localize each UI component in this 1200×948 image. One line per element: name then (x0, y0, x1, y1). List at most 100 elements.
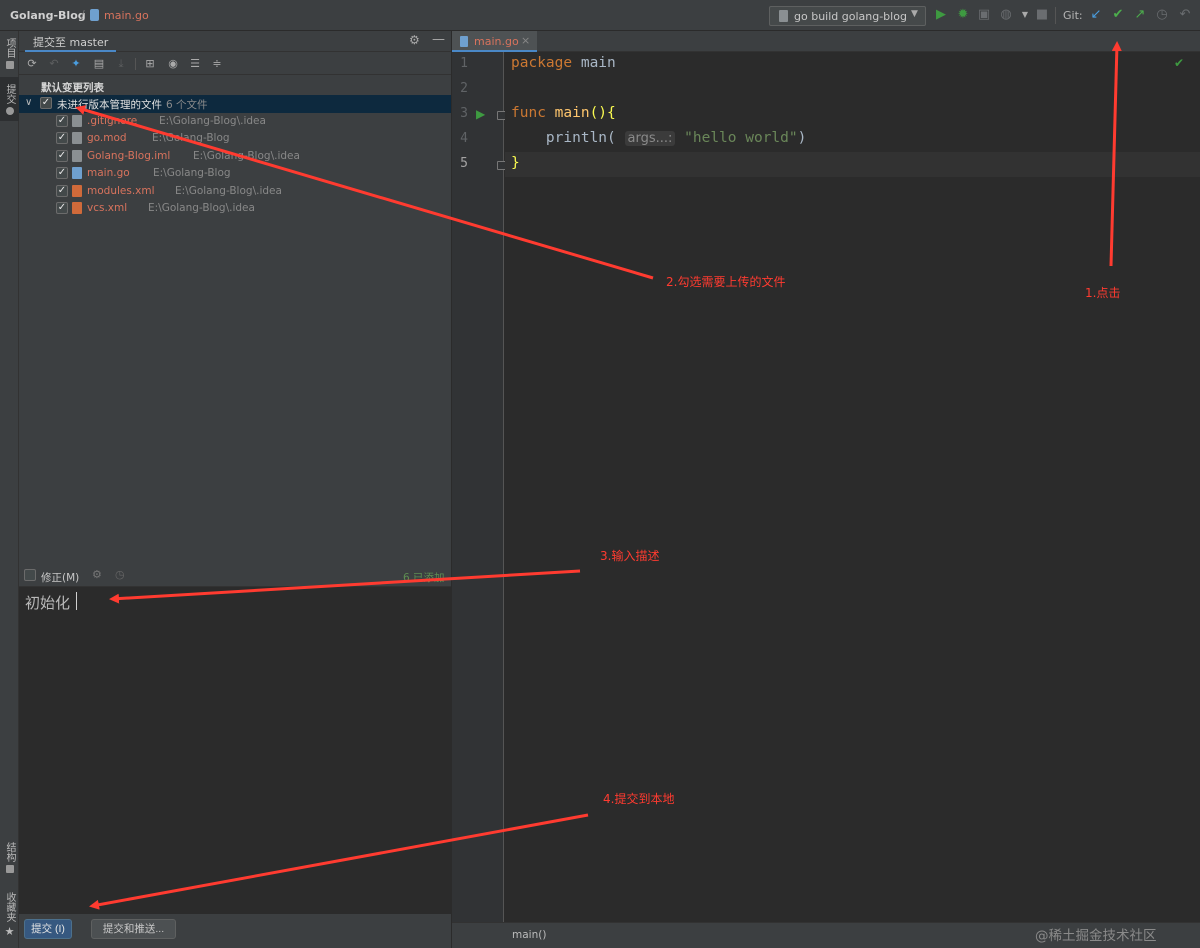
coverage-icon[interactable]: ▣ (975, 6, 993, 24)
file-checkbox[interactable]: ✓ (56, 149, 68, 162)
file-name[interactable]: modules.xml (87, 185, 155, 197)
run-configuration-dropdown[interactable]: go build golang-blog ▼ (769, 6, 926, 26)
file-row[interactable]: ✓ modules.xml E:\Golang-Blog\.idea (19, 183, 451, 200)
toolbar-separator (135, 58, 136, 70)
file-type-icon (72, 132, 82, 145)
file-name[interactable]: .gitignore (87, 115, 137, 127)
file-checkbox[interactable]: ✓ (56, 184, 68, 197)
file-name[interactable]: main.go (87, 167, 130, 179)
debug-icon[interactable]: ✹ (954, 6, 972, 24)
file-type-icon (72, 115, 82, 127)
editor-tab-label: main.go (474, 35, 519, 48)
tool-window-favorites[interactable]: 收藏夹 ★ (0, 889, 19, 941)
stop-icon[interactable]: ■ (1033, 6, 1051, 24)
file-row[interactable]: ✓ .gitignore E:\Golang-Blog\.idea (19, 113, 451, 130)
collapse-all-icon[interactable]: ≑ (210, 56, 224, 71)
string-literal: "hello world" (684, 130, 798, 146)
file-path: E:\Golang-Blog\.idea (148, 202, 255, 214)
breadcrumb-project[interactable]: Golang-Blog (10, 9, 86, 22)
file-checkbox[interactable]: ✓ (56, 132, 68, 145)
code-line-1: package main (511, 55, 616, 71)
file-path: E:\Golang-Blog\.idea (175, 184, 282, 197)
file-path: E:\Golang-Blog\.idea (159, 115, 266, 127)
git-label: Git: (1063, 9, 1083, 22)
file-name[interactable]: Golang-Blog.iml (87, 150, 170, 162)
commit-message-text[interactable]: 初始化 (25, 592, 70, 613)
annotation-step-3: 3.输入描述 (600, 549, 660, 563)
group-by-icon[interactable]: ⊞ (143, 56, 157, 71)
refresh-icon[interactable]: ⟳ (25, 56, 39, 71)
editor-gutter: 1 2 3 4 5 ▶ (452, 52, 506, 922)
file-row[interactable]: ✓ Golang-Blog.iml E:\Golang-Blog\.idea (19, 148, 451, 165)
code-line-3: func main(){ (511, 105, 616, 121)
file-name[interactable]: go.mod (87, 132, 127, 144)
inspection-ok-icon[interactable]: ✔ (1174, 56, 1184, 70)
commit-and-push-button[interactable]: 提交和推送... (91, 919, 176, 939)
git-push-icon[interactable]: ↗ (1131, 6, 1149, 24)
expand-all-icon[interactable]: ☰ (188, 56, 202, 71)
file-row[interactable]: ✓ go.mod E:\Golang-Blog (19, 130, 451, 147)
tool-window-project[interactable]: 项目 (0, 33, 19, 73)
file-row[interactable]: ✓ main.go E:\Golang-Blog (19, 165, 451, 182)
text-caret (76, 592, 77, 610)
watermark: @稀土掘金技术社区 (1035, 928, 1157, 944)
keyword: package (511, 55, 573, 71)
commit-panel-header: 提交至 master ⚙ — (19, 31, 451, 52)
annotation-step-1: 1.点击 (1085, 286, 1121, 300)
close-icon[interactable]: × (521, 34, 530, 47)
structure-tool-label: 结构 (4, 841, 15, 862)
file-checkbox[interactable]: ✓ (56, 202, 68, 214)
file-type-icon (72, 184, 82, 197)
function-call: println( (545, 130, 616, 146)
commit-options-gear-icon[interactable]: ⚙ (92, 568, 102, 581)
group-checkbox[interactable]: ✓ (40, 97, 52, 109)
code-breadcrumb[interactable]: main() (512, 929, 546, 941)
chevron-down-icon[interactable]: ∨ (25, 97, 32, 108)
tool-window-structure[interactable]: 结构 (0, 837, 19, 877)
amend-label[interactable]: 修正(M) (41, 570, 79, 585)
file-checkbox[interactable]: ✓ (56, 167, 68, 180)
eye-icon[interactable]: ◉ (166, 56, 180, 71)
go-file-icon (90, 9, 99, 21)
amend-checkbox[interactable] (24, 569, 36, 581)
git-history-icon[interactable]: ◷ (1153, 6, 1171, 24)
commit-history-icon[interactable]: ◷ (115, 568, 125, 581)
file-name[interactable]: vcs.xml (87, 202, 127, 214)
file-type-icon (72, 149, 82, 162)
file-path: E:\Golang-Blog (153, 167, 231, 180)
tool-window-commit[interactable]: 提交 (0, 77, 19, 121)
annotation-step-2: 2.勾选需要上传的文件 (666, 275, 786, 289)
show-diff-icon[interactable]: ✦ (69, 56, 83, 71)
open-file-icon[interactable]: ▤ (92, 56, 106, 71)
parameter-hint: args...: (624, 131, 676, 146)
rollback-icon[interactable]: ↶ (47, 56, 61, 71)
run-icon[interactable]: ▶ (932, 6, 950, 24)
code-line-4: println( args...: "hello world") (511, 130, 806, 146)
run-gutter-icon[interactable]: ▶ (476, 107, 485, 121)
breadcrumb-file[interactable]: main.go (104, 9, 149, 22)
identifier: main (572, 55, 616, 71)
commit-message-input[interactable]: 初始化 (19, 586, 451, 914)
run-configuration-label: go build golang-blog (794, 10, 907, 23)
punctuation: ) (797, 130, 807, 146)
tab-commit[interactable]: 提交至 master (25, 31, 117, 52)
file-checkbox[interactable]: ✓ (56, 115, 68, 127)
line-number: 1 (460, 56, 468, 71)
minimize-icon[interactable]: — (432, 32, 445, 47)
commit-button[interactable]: 提交 (I) (24, 919, 72, 939)
unversioned-files-group[interactable]: ∨ ✓ 未进行版本管理的文件 6 个文件 (19, 95, 451, 113)
favorites-tool-label: 收藏夹 (4, 892, 15, 922)
git-rollback-icon[interactable]: ↶ (1176, 6, 1194, 24)
punctuation: (){ (589, 105, 616, 121)
added-count: 6 已添加 (403, 572, 445, 584)
gear-icon[interactable]: ⚙ (409, 33, 420, 47)
shelve-icon[interactable]: ⤓ (114, 56, 128, 71)
file-row[interactable]: ✓ vcs.xml E:\Golang-Blog\.idea (19, 200, 451, 217)
editor-tab-main-go[interactable]: main.go × (452, 31, 537, 52)
chevron-down-icon: ▼ (911, 9, 918, 19)
group-label: 未进行版本管理的文件 (57, 99, 162, 111)
more-run-chevron-icon[interactable]: ▼ (1016, 6, 1034, 24)
profile-icon[interactable]: ◍ (997, 6, 1015, 24)
git-update-icon[interactable]: ↙ (1087, 6, 1105, 24)
git-commit-icon[interactable]: ✔ (1109, 6, 1127, 24)
